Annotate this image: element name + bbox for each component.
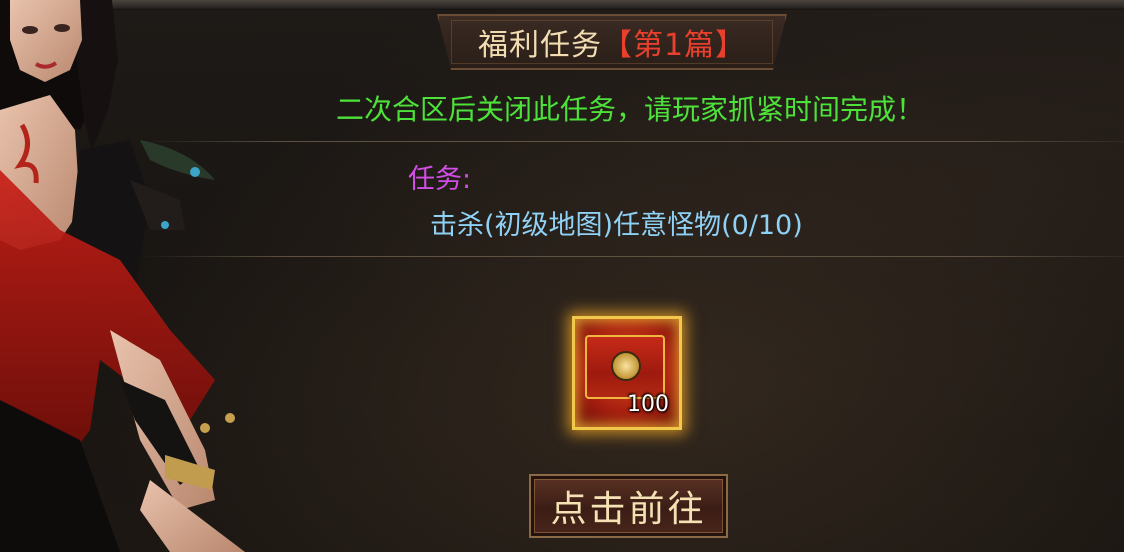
task-label: 任务: (408, 164, 472, 195)
red-treasure-chest-icon (585, 335, 665, 399)
reward-quantity: 100 (627, 392, 669, 417)
notice-text: 二次合区后关闭此任务，请玩家抓紧时间完成！ (335, 93, 924, 126)
task-description: 击杀(初级地图)任意怪物(0/10) (430, 210, 803, 241)
panel-title: 福利任务 【第1篇】 (437, 14, 787, 70)
reward-item-slot[interactable]: 100 (572, 316, 682, 430)
divider-bottom (140, 256, 1124, 257)
go-button[interactable]: 点击前往 (529, 474, 728, 538)
chapter-text: 【第1篇】 (601, 28, 747, 63)
character-portrait (0, 0, 245, 552)
divider-top (140, 141, 1124, 142)
title-text: 福利任务 (477, 28, 602, 63)
chest-lock-icon (611, 351, 641, 381)
